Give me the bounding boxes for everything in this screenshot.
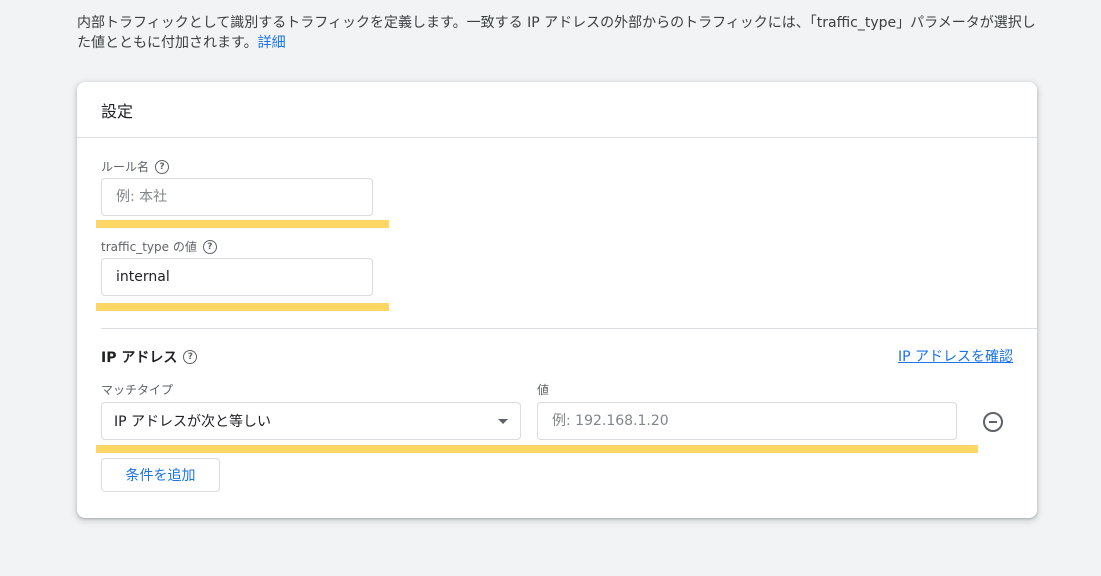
match-type-select[interactable]: IP アドレスが次と等しい (101, 402, 521, 440)
verify-ip-link[interactable]: IP アドレスを確認 (898, 346, 1013, 366)
section-divider (101, 328, 1037, 329)
intro-text: 内部トラフィックとして識別するトラフィックを定義します。一致する IP アドレス… (77, 13, 1047, 53)
settings-card: 設定 ルール名 ? traffic_type の値 ? IP アドレス ? IP… (77, 82, 1037, 518)
highlight-mark (96, 220, 389, 228)
dropdown-arrow-icon (498, 418, 508, 424)
ip-value-field[interactable] (537, 402, 957, 440)
traffic-type-field[interactable] (101, 258, 373, 296)
learn-more-link[interactable]: 詳細 (258, 35, 286, 51)
rule-name-label-text: ルール名 (101, 160, 150, 174)
rule-name-input[interactable] (114, 188, 360, 206)
match-type-label: マッチタイプ (101, 383, 174, 397)
rule-name-field[interactable] (101, 178, 373, 216)
remove-condition-icon[interactable] (983, 412, 1003, 432)
ip-value-input[interactable] (550, 412, 944, 430)
card-header: 設定 (77, 82, 1037, 138)
highlight-mark (96, 303, 389, 311)
traffic-type-label: traffic_type の値 ? (101, 238, 217, 255)
help-icon[interactable]: ? (202, 239, 217, 254)
traffic-type-input[interactable] (114, 268, 360, 286)
traffic-type-label-text: traffic_type の値 (101, 240, 197, 254)
intro-description: 内部トラフィックとして識別するトラフィックを定義します。一致する IP アドレス… (77, 15, 1036, 51)
help-icon[interactable]: ? (183, 350, 198, 364)
card-title: 設定 (101, 101, 134, 121)
rule-name-label: ルール名 ? (101, 158, 170, 175)
ip-section-title-text: IP アドレス (101, 350, 178, 366)
match-type-value: IP アドレスが次と等しい (114, 414, 272, 430)
add-condition-button[interactable]: 条件を追加 (101, 458, 220, 492)
highlight-mark (96, 445, 978, 453)
value-label: 値 (537, 383, 550, 397)
ip-section-title: IP アドレス ? (101, 347, 198, 367)
help-icon[interactable]: ? (155, 159, 170, 174)
